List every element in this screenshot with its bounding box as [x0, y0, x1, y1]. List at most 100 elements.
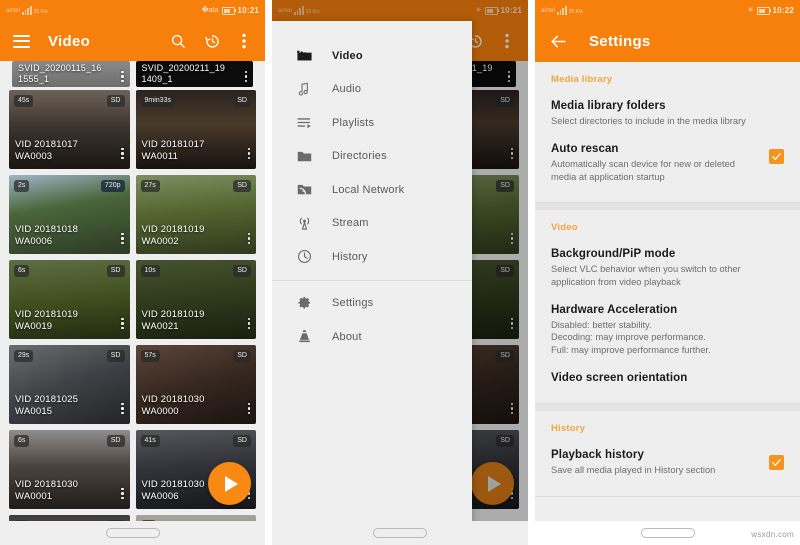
drawer-item-label: History — [332, 250, 368, 263]
screen-video-library: airtel 25 K/s �ata 10:21 Video SVID_2020… — [0, 0, 265, 545]
drawer-item-video[interactable]: Video — [272, 39, 472, 73]
setting-title: Background/PiP mode — [551, 248, 676, 261]
drawer-item-stream[interactable]: Stream — [272, 207, 472, 241]
setting-row-playback-history[interactable]: Playback history Save all media played i… — [551, 442, 784, 485]
duration-badge: 41s — [140, 435, 160, 447]
video-grid-cell: 2s 720p VID 20181018 WA0006 — [6, 172, 133, 257]
section-gap — [535, 203, 800, 211]
setting-title: Auto rescan — [551, 143, 619, 156]
video-overflow-icon[interactable] — [121, 232, 124, 244]
hamburger-icon[interactable] — [10, 30, 32, 52]
system-nav-bar — [272, 521, 528, 545]
signal-bars-icon — [557, 6, 567, 15]
video-card[interactable]: 9min33s SD VID 20181017 WA0011 — [135, 90, 256, 169]
setting-row-auto-rescan[interactable]: Auto rescan Automatically scan device fo… — [551, 136, 784, 192]
drawer-item-label: Playlists — [332, 116, 375, 129]
drawer-item-settings[interactable]: Settings — [272, 287, 472, 321]
quality-badge: SD — [106, 265, 125, 277]
drawer-item-local-network[interactable]: Local Network — [272, 173, 472, 207]
play-fab[interactable] — [208, 462, 251, 505]
video-card[interactable]: 6s SD VID 20181030 WA0001 — [9, 430, 130, 509]
status-bar: airtel 25 K/s ✳ 10:22 — [535, 0, 800, 21]
back-arrow-icon[interactable] — [547, 31, 569, 53]
partial-top-row: SVID_20200115_16 1555_1 SVID_20200211_19… — [6, 61, 259, 87]
history-refresh-icon[interactable] — [201, 30, 223, 52]
drawer-item-label: About — [332, 330, 362, 343]
video-overflow-icon[interactable] — [247, 317, 250, 329]
setting-row-background-pip[interactable]: Background/PiP mode Select VLC behavior … — [551, 241, 784, 297]
drawer-item-directories[interactable]: Directories — [272, 140, 472, 174]
video-grid-cell: 9min33s SD VID 20181017 WA0011 — [133, 87, 260, 172]
duration-badge: 9min33s — [140, 95, 175, 107]
video-overflow-icon[interactable] — [247, 232, 250, 244]
video-overflow-icon[interactable] — [247, 402, 250, 414]
check-icon — [772, 459, 781, 467]
page-title: Settings — [589, 33, 651, 50]
status-bar-right: ✳ 10:22 — [748, 6, 794, 15]
duration-badge: 6s — [14, 265, 30, 277]
video-card[interactable]: 27s SD VID 20181019 WA0002 — [135, 175, 256, 254]
settings-list[interactable]: Media library Media library folders Sele… — [535, 62, 800, 545]
battery-icon — [221, 6, 236, 15]
status-bar-left: airtel 25 K/s — [541, 6, 583, 15]
overflow-menu-icon[interactable] — [233, 30, 255, 52]
video-title: SVID_20200211_19 1409_1 — [141, 63, 226, 84]
bluetooth-icon: ✳ — [747, 6, 754, 14]
quality-badge: SD — [106, 95, 125, 107]
video-overflow-icon[interactable] — [121, 402, 124, 414]
section-divider — [535, 495, 800, 497]
network-folder-icon — [294, 180, 314, 200]
video-overflow-icon[interactable] — [121, 317, 124, 329]
screen-settings: airtel 25 K/s ✳ 10:22 Settings Media lib… — [535, 0, 800, 545]
playlist-icon — [294, 113, 314, 133]
settings-section-video: Video Background/PiP mode Select VLC beh… — [535, 210, 800, 404]
section-gap — [535, 404, 800, 412]
drawer-item-history[interactable]: History — [272, 240, 472, 274]
home-pill[interactable] — [373, 528, 427, 538]
setting-subtitle: Select VLC behavior when you switch to o… — [551, 264, 741, 287]
section-header: History — [551, 423, 586, 435]
drawer-item-label: Stream — [332, 217, 369, 230]
screen-navigation-drawer: airtel 58 K/s ✳ 10:21 SD SD SD SD SD Vid… — [272, 0, 528, 545]
carrier-label: airtel — [6, 8, 21, 14]
search-icon[interactable] — [167, 30, 189, 52]
video-overflow-icon[interactable] — [247, 147, 250, 159]
video-card[interactable]: 6s SD VID 20181019 WA0019 — [9, 260, 130, 339]
carrier-label: airtel — [541, 8, 556, 14]
setting-row-hardware-acceleration[interactable]: Hardware Acceleration Disabled: better s… — [551, 297, 784, 365]
quality-badge: 720p — [100, 180, 125, 192]
video-card[interactable]: SVID_20200211_19 1409_1 — [135, 61, 253, 87]
home-pill[interactable] — [640, 528, 695, 538]
home-pill[interactable] — [105, 528, 160, 538]
video-grid-cell: 57s SD VID 20181030 WA0000 — [133, 342, 260, 427]
video-overflow-icon[interactable] — [121, 487, 124, 499]
video-overflow-icon[interactable] — [244, 70, 247, 82]
video-card[interactable]: SVID_20200115_16 1555_1 — [12, 61, 130, 87]
video-title: VID 20181030 WA0001 — [15, 479, 79, 502]
video-card[interactable]: 10s SD VID 20181019 WA0021 — [135, 260, 256, 339]
setting-title: Video screen orientation — [551, 372, 688, 385]
drawer-item-playlists[interactable]: Playlists — [272, 106, 472, 140]
playback-history-checkbox[interactable] — [769, 455, 784, 471]
drawer-item-about[interactable]: About — [272, 320, 472, 354]
video-card[interactable]: 45s SD VID 20181017 WA0003 — [9, 90, 130, 169]
signal-bars-icon — [22, 6, 32, 15]
video-card[interactable]: 57s SD VID 20181030 WA0000 — [135, 345, 256, 424]
video-grid-cell: 10s SD VID 20181019 WA0021 — [133, 257, 260, 342]
video-card[interactable]: 29s SD VID 20181025 WA0015 — [9, 345, 130, 424]
video-card[interactable]: 2s 720p VID 20181018 WA0006 — [9, 175, 130, 254]
settings-section-history: History Playback history Save all media … — [535, 411, 800, 496]
drawer-item-audio[interactable]: Audio — [272, 73, 472, 107]
quality-badge: SD — [106, 435, 125, 447]
video-overflow-icon[interactable] — [121, 147, 124, 159]
setting-row-video-screen-orientation[interactable]: Video screen orientation — [551, 365, 784, 393]
auto-rescan-checkbox[interactable] — [769, 149, 784, 165]
video-grid-cell: 6s SD VID 20181030 WA0001 — [6, 427, 133, 512]
drawer-item-label: Local Network — [332, 183, 405, 196]
video-overflow-icon[interactable] — [121, 70, 124, 82]
vlc-cone-icon — [294, 327, 314, 347]
setting-title: Hardware Acceleration — [551, 304, 678, 317]
setting-row-media-library-folders[interactable]: Media library folders Select directories… — [551, 93, 784, 136]
video-title: VID 20181019 WA0021 — [141, 309, 205, 332]
setting-subtitle: Select directories to include in the med… — [551, 116, 746, 126]
